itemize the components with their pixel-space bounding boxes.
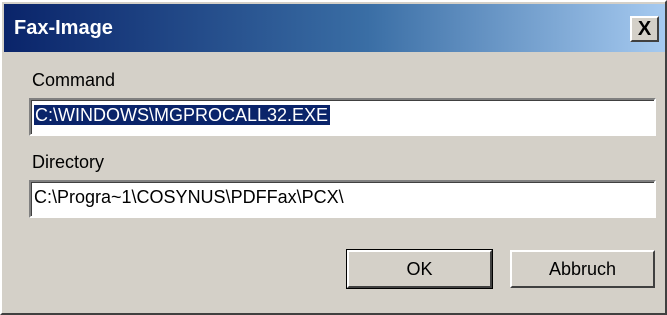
directory-label: Directory [32,152,105,172]
close-button[interactable]: X [630,16,659,42]
fax-image-dialog: Fax-Image X Command C:\WINDOWS\MGPROCALL… [0,0,667,315]
command-label: Command [32,70,116,90]
close-icon: X [637,18,652,40]
window-title: Fax-Image [14,17,113,39]
title-bar[interactable]: Fax-Image X [4,4,665,52]
command-field-value: C:\WINDOWS\MGPROCALL32.EXE [34,105,331,125]
ok-button[interactable]: OK [346,249,493,289]
cancel-button-label: Abbruch [548,259,617,279]
command-field[interactable]: C:\WINDOWS\MGPROCALL32.EXE [29,98,656,136]
ok-button-label: OK [406,259,433,279]
directory-field-value: C:\Progra~1\COSYNUS\PDFFax\PCX\ [34,187,344,207]
cancel-button[interactable]: Abbruch [510,250,655,288]
directory-field[interactable]: C:\Progra~1\COSYNUS\PDFFax\PCX\ [29,180,656,218]
